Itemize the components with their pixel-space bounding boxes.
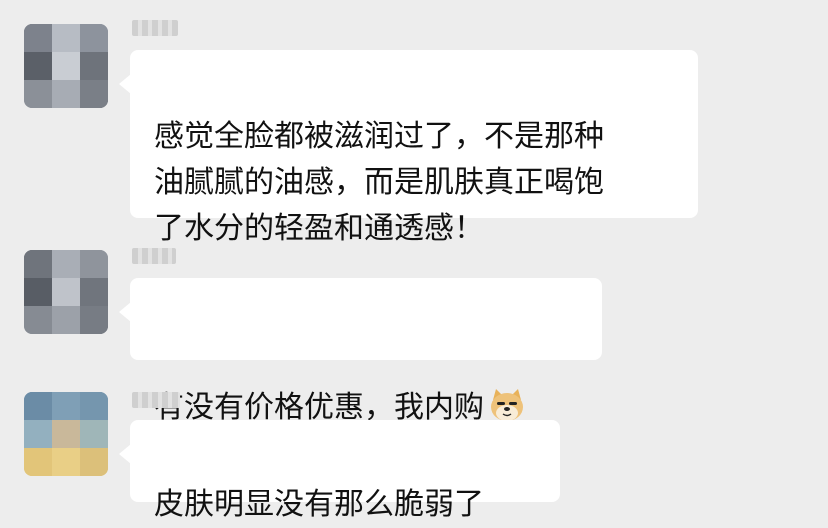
message-bubble[interactable]: 有没有价格优惠，我内购 bbox=[119, 278, 602, 425]
avatar[interactable] bbox=[24, 392, 108, 476]
sender-name-blurred bbox=[132, 392, 180, 408]
doge-emoji-icon bbox=[488, 340, 526, 421]
message-bubble[interactable]: 感觉全脸都被滋润过了，不是那种 油腻腻的油感，而是肌肤真正喝饱 了水分的轻盈和通… bbox=[119, 50, 698, 246]
avatar[interactable] bbox=[24, 250, 108, 334]
sender-name-blurred bbox=[132, 248, 176, 264]
avatar[interactable] bbox=[24, 24, 108, 108]
message-text: 皮肤明显没有那么脆弱了 bbox=[154, 487, 484, 522]
message-text: 感觉全脸都被滋润过了，不是那种 油腻腻的油感，而是肌肤真正喝饱 了水分的轻盈和通… bbox=[154, 119, 604, 246]
sender-name-blurred bbox=[132, 20, 178, 36]
message-bubble[interactable]: 皮肤明显没有那么脆弱了 bbox=[119, 420, 560, 522]
